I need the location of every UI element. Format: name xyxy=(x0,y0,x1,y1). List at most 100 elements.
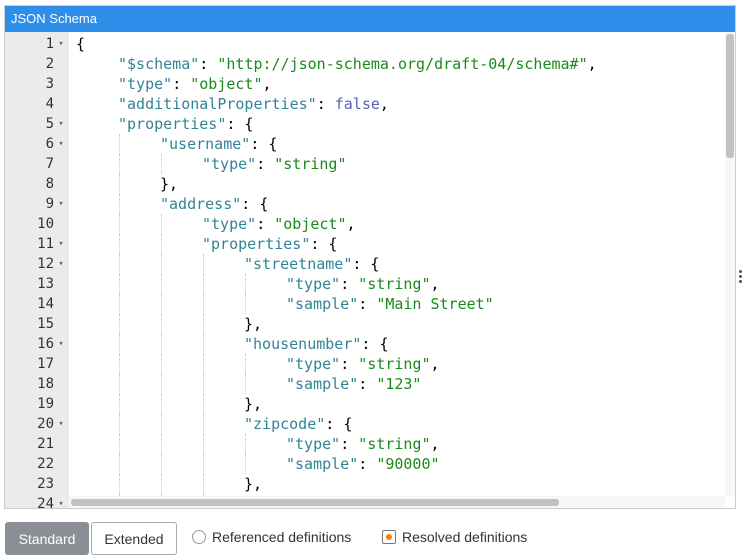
indent-guide xyxy=(245,294,246,314)
code-token: , xyxy=(379,95,389,113)
indent-guide xyxy=(203,354,204,374)
code-line[interactable]: 17 "type": "string", xyxy=(5,354,725,374)
line-number: 24 xyxy=(37,496,54,508)
fold-toggle-icon[interactable]: ▾ xyxy=(56,494,66,508)
fold-toggle-icon[interactable]: ▾ xyxy=(56,234,66,254)
code-line[interactable]: 4 "additionalProperties": false, xyxy=(5,94,725,114)
horizontal-scroll-thumb[interactable] xyxy=(71,499,559,506)
indent-guide xyxy=(203,394,204,414)
code-text: }, xyxy=(244,474,262,494)
code-token: : xyxy=(340,435,359,453)
code-line[interactable]: 16 ▾ "housenumber": { xyxy=(5,334,725,354)
line-number: 11 xyxy=(37,236,54,252)
code-lines[interactable]: 1 ▾{2 "$schema": "http://json-schema.org/d… xyxy=(5,34,725,508)
radio-resolved-icon[interactable] xyxy=(382,530,396,544)
code-line[interactable]: 18 "sample": "123" xyxy=(5,374,725,394)
indent-guide xyxy=(245,374,246,394)
json-schema-panel: JSON Schema 1 ▾{2 "$schema": "http://json-… xyxy=(4,5,736,509)
code-line[interactable]: 12 ▾ "streetname": { xyxy=(5,254,725,274)
indent-guide xyxy=(161,334,162,354)
indent-guide xyxy=(161,154,162,174)
code-token: "90000" xyxy=(376,455,440,473)
code-line[interactable]: 2 "$schema": "http://json-schema.org/draf… xyxy=(5,54,725,74)
code-token: : { xyxy=(241,195,269,213)
code-token: : xyxy=(256,215,275,233)
code-line[interactable]: 6 ▾ "username": { xyxy=(5,134,725,154)
fold-toggle-icon[interactable]: ▾ xyxy=(56,114,66,134)
vertical-scrollbar[interactable] xyxy=(725,32,735,496)
code-line[interactable]: 7 "type": "string" xyxy=(5,154,725,174)
fold-toggle-icon[interactable]: ▾ xyxy=(56,34,66,54)
vertical-scroll-thumb[interactable] xyxy=(726,34,734,158)
fold-toggle-icon[interactable]: ▾ xyxy=(56,194,66,214)
indent-guide xyxy=(161,454,162,474)
line-number: 6 xyxy=(45,136,54,152)
code-text: "zipcode": { xyxy=(244,414,352,434)
radio-referenced-icon[interactable] xyxy=(192,530,206,544)
code-line[interactable]: 8}, xyxy=(5,174,725,194)
code-token: "additionalProperties" xyxy=(118,95,317,113)
code-token: , xyxy=(430,355,440,373)
code-token: "object" xyxy=(190,75,263,93)
code-text: "additionalProperties": false, xyxy=(118,94,389,114)
code-token: { xyxy=(76,35,86,53)
line-number: 1 xyxy=(45,36,54,52)
code-token: "sample" xyxy=(286,295,359,313)
code-token: "properties" xyxy=(118,115,227,133)
indent-guide xyxy=(119,254,120,274)
code-line[interactable]: 22 "sample": "90000" xyxy=(5,454,725,474)
code-token: "string" xyxy=(358,435,431,453)
code-text: "streetname": { xyxy=(244,254,379,274)
code-text: "type": "object", xyxy=(202,214,356,234)
code-text: }, xyxy=(244,314,262,334)
code-token: "type" xyxy=(286,435,341,453)
indent-guide xyxy=(161,254,162,274)
code-text: "housenumber": { xyxy=(244,334,389,354)
code-line[interactable]: 20 ▾ "zipcode": { xyxy=(5,414,725,434)
indent-guide xyxy=(203,434,204,454)
code-line[interactable]: 15}, xyxy=(5,314,725,334)
code-token: : xyxy=(316,95,335,113)
line-number: 22 xyxy=(37,456,54,472)
fold-toggle-icon[interactable]: ▾ xyxy=(56,134,66,154)
fold-toggle-icon[interactable]: ▾ xyxy=(56,254,66,274)
line-number: 19 xyxy=(37,396,54,412)
code-line[interactable]: 21 "type": "string", xyxy=(5,434,725,454)
code-line[interactable]: 11 ▾ "properties": { xyxy=(5,234,725,254)
code-line[interactable]: 23}, xyxy=(5,474,725,494)
line-number: 4 xyxy=(45,96,54,112)
fold-toggle-icon[interactable]: ▾ xyxy=(56,334,66,354)
extended-button[interactable]: Extended xyxy=(91,522,177,555)
code-line[interactable]: 14 "sample": "Main Street" xyxy=(5,294,725,314)
code-token: }, xyxy=(244,395,263,413)
indent-guide xyxy=(119,374,120,394)
code-text: "properties": { xyxy=(118,114,253,134)
code-line[interactable]: 3 "type": "object", xyxy=(5,74,725,94)
code-line[interactable]: 9 ▾ "address": { xyxy=(5,194,725,214)
code-token: "housenumber" xyxy=(244,335,362,353)
code-text: "type": "string", xyxy=(286,434,440,454)
indent-guide xyxy=(119,334,120,354)
indent-guide xyxy=(119,454,120,474)
line-number: 20 xyxy=(37,416,54,432)
code-line[interactable]: 5 ▾ "properties": { xyxy=(5,114,725,134)
indent-guide xyxy=(203,334,204,354)
code-text: "type": "string" xyxy=(202,154,347,174)
code-text: "type": "string", xyxy=(286,274,440,294)
code-line[interactable]: 10 "type": "object", xyxy=(5,214,725,234)
code-token: : xyxy=(199,55,218,73)
fold-toggle-icon[interactable]: ▾ xyxy=(56,414,66,434)
code-line[interactable]: 19}, xyxy=(5,394,725,414)
resize-handle-icon[interactable] xyxy=(739,268,743,292)
horizontal-scrollbar[interactable] xyxy=(69,496,725,508)
code-token: : { xyxy=(361,335,389,353)
code-token: : { xyxy=(325,415,353,433)
code-token: : xyxy=(340,355,359,373)
code-token: }, xyxy=(244,475,263,493)
code-line[interactable]: 1 ▾ { xyxy=(5,34,725,54)
code-editor[interactable]: 1 ▾{2 "$schema": "http://json-schema.org/d… xyxy=(5,32,735,508)
code-token: "address" xyxy=(160,195,242,213)
indent-guide xyxy=(119,394,120,414)
standard-button[interactable]: Standard xyxy=(5,522,89,555)
code-line[interactable]: 13 "type": "string", xyxy=(5,274,725,294)
